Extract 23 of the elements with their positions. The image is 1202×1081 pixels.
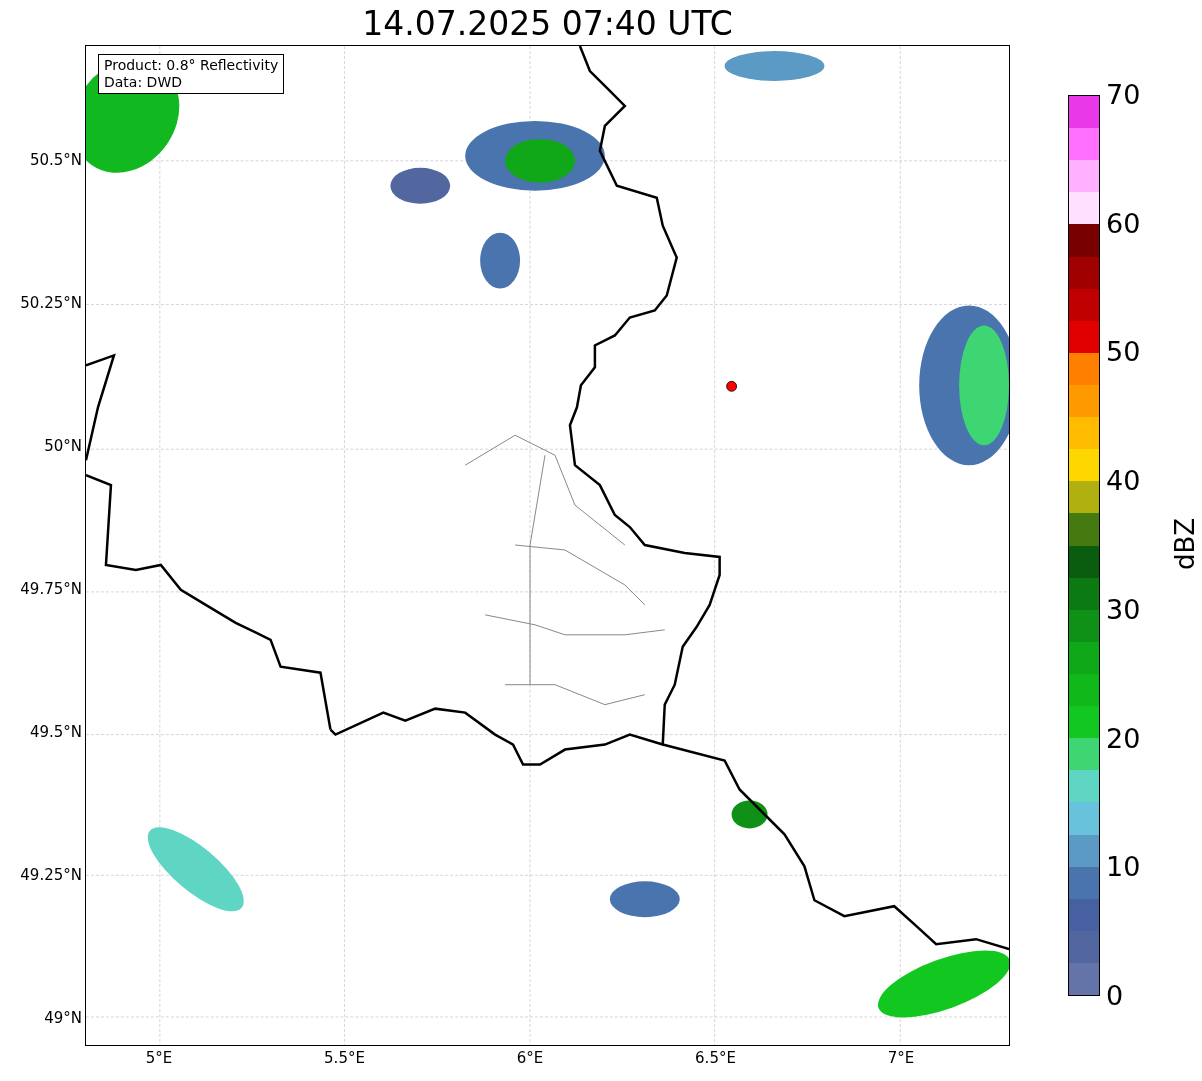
colorbar-tick-label: 40 [1106,466,1141,497]
colorbar-tick-label: 0 [1106,981,1124,1011]
axis-tick-label: 6.5°E [694,1049,737,1067]
axis-tick-label: 50.5°N [29,151,82,169]
colorbar-tick-label: 70 [1106,80,1141,110]
colorbar-label: dBZ [1170,520,1200,570]
axis-tick-label: 50°N [44,437,82,455]
axis-tick-label: 6°E [515,1049,545,1067]
colorbar-tick-label: 30 [1106,594,1141,625]
axis-tick-label: 49.75°N [20,580,82,598]
colorbar-tick-label: 10 [1106,852,1141,883]
colorbar-tick-label: 60 [1106,208,1141,239]
info-box: Product: 0.8° Reflectivity Data: DWD [98,54,285,94]
axis-tick-label: 50.25°N [20,294,82,312]
colorbar-tick-label: 20 [1106,723,1141,754]
axis-tick-label: 5.5°E [323,1049,366,1067]
axis-tick-label: 5°E [144,1049,174,1067]
axis-tick-label: 49°N [44,1009,82,1027]
colorbar-tick-label: 50 [1106,337,1141,368]
axis-tick-label: 49.5°N [29,723,82,741]
axis-tick-label: 49.25°N [20,866,82,884]
chart-title: 14.07.2025 07:40 UTC [361,4,734,44]
axis-tick-label: 7°E [886,1049,916,1067]
